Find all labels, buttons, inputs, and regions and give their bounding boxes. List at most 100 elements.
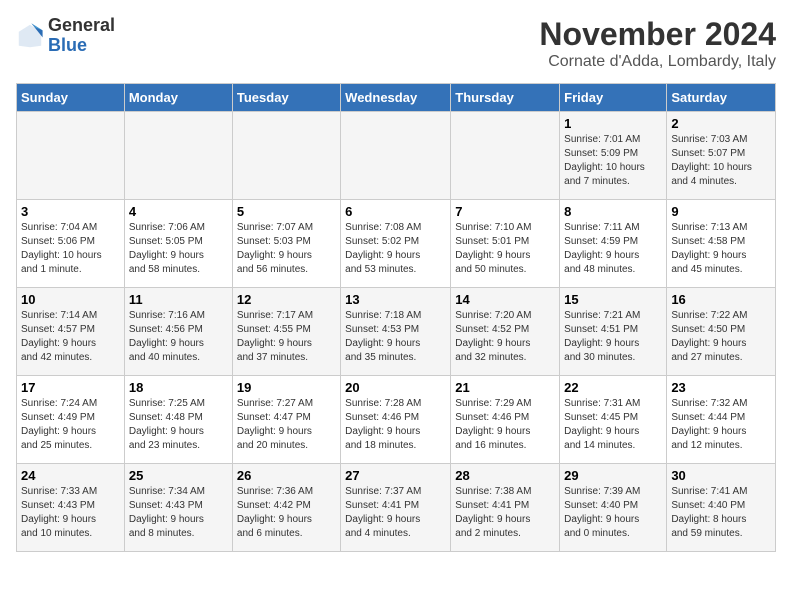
calendar-cell: 26 Sunrise: 7:36 AM Sunset: 4:42 PM Dayli… [232,464,340,552]
calendar-cell: 27 Sunrise: 7:37 AM Sunset: 4:41 PM Dayli… [341,464,451,552]
day-number: 23 [671,380,771,395]
day-number: 17 [21,380,120,395]
header: General Blue November 2024 Cornate d'Add… [16,16,776,71]
day-number: 21 [455,380,555,395]
day-info: Sunrise: 7:29 AM Sunset: 4:46 PM Dayligh… [455,397,555,453]
day-info: Sunrise: 7:37 AM Sunset: 4:41 PM Dayligh… [345,485,446,541]
calendar-cell: 19 Sunrise: 7:27 AM Sunset: 4:47 PM Dayli… [232,376,340,464]
day-info: Sunrise: 7:14 AM Sunset: 4:57 PM Dayligh… [21,309,120,365]
day-number: 11 [129,292,228,307]
day-info: Sunrise: 7:20 AM Sunset: 4:52 PM Dayligh… [455,309,555,365]
calendar-week-5: 24 Sunrise: 7:33 AM Sunset: 4:43 PM Dayli… [17,464,776,552]
calendar-header-wednesday: Wednesday [341,84,451,112]
day-info: Sunrise: 7:22 AM Sunset: 4:50 PM Dayligh… [671,309,771,365]
day-info: Sunrise: 7:08 AM Sunset: 5:02 PM Dayligh… [345,221,446,277]
calendar-week-2: 3 Sunrise: 7:04 AM Sunset: 5:06 PM Daylig… [17,200,776,288]
day-info: Sunrise: 7:17 AM Sunset: 4:55 PM Dayligh… [237,309,336,365]
calendar-cell: 2 Sunrise: 7:03 AM Sunset: 5:07 PM Daylig… [667,112,776,200]
calendar-cell [17,112,125,200]
calendar-cell: 29 Sunrise: 7:39 AM Sunset: 4:40 PM Dayli… [560,464,667,552]
day-info: Sunrise: 7:11 AM Sunset: 4:59 PM Dayligh… [564,221,662,277]
calendar-week-1: 1Sunrise: 7:01 AM Sunset: 5:09 PM Daylig… [17,112,776,200]
calendar-header-saturday: Saturday [667,84,776,112]
day-number: 9 [671,204,771,219]
day-info: Sunrise: 7:21 AM Sunset: 4:51 PM Dayligh… [564,309,662,365]
calendar-cell: 12 Sunrise: 7:17 AM Sunset: 4:55 PM Dayli… [232,288,340,376]
day-number: 3 [21,204,120,219]
day-number: 2 [671,116,771,131]
day-info: Sunrise: 7:32 AM Sunset: 4:44 PM Dayligh… [671,397,771,453]
calendar-cell [124,112,232,200]
day-number: 19 [237,380,336,395]
day-info: Sunrise: 7:27 AM Sunset: 4:47 PM Dayligh… [237,397,336,453]
day-number: 20 [345,380,446,395]
day-info: Sunrise: 7:04 AM Sunset: 5:06 PM Dayligh… [21,221,120,277]
day-info: Sunrise: 7:39 AM Sunset: 4:40 PM Dayligh… [564,485,662,541]
day-number: 1 [564,116,662,131]
calendar-cell: 30Sunrise: 7:41 AM Sunset: 4:40 PM Dayli… [667,464,776,552]
day-number: 13 [345,292,446,307]
day-number: 14 [455,292,555,307]
calendar-cell: 20 Sunrise: 7:28 AM Sunset: 4:46 PM Dayli… [341,376,451,464]
day-info: Sunrise: 7:03 AM Sunset: 5:07 PM Dayligh… [671,133,771,189]
day-number: 5 [237,204,336,219]
day-number: 27 [345,468,446,483]
day-info: Sunrise: 7:28 AM Sunset: 4:46 PM Dayligh… [345,397,446,453]
logo: General Blue [16,16,115,56]
month-title: November 2024 [539,16,776,53]
day-info: Sunrise: 7:16 AM Sunset: 4:56 PM Dayligh… [129,309,228,365]
calendar-cell [232,112,340,200]
calendar-header-sunday: Sunday [17,84,125,112]
calendar-cell: 18Sunrise: 7:25 AM Sunset: 4:48 PM Dayli… [124,376,232,464]
calendar-cell: 25Sunrise: 7:34 AM Sunset: 4:43 PM Dayli… [124,464,232,552]
day-info: Sunrise: 7:06 AM Sunset: 5:05 PM Dayligh… [129,221,228,277]
calendar-cell: 7 Sunrise: 7:10 AM Sunset: 5:01 PM Daylig… [451,200,560,288]
day-info: Sunrise: 7:18 AM Sunset: 4:53 PM Dayligh… [345,309,446,365]
day-number: 6 [345,204,446,219]
logo-icon [16,22,44,50]
calendar-header-monday: Monday [124,84,232,112]
day-number: 4 [129,204,228,219]
logo-general: General [48,16,115,36]
calendar-cell: 15 Sunrise: 7:21 AM Sunset: 4:51 PM Dayli… [560,288,667,376]
calendar-cell: 17Sunrise: 7:24 AM Sunset: 4:49 PM Dayli… [17,376,125,464]
calendar-cell: 10 Sunrise: 7:14 AM Sunset: 4:57 PM Dayli… [17,288,125,376]
day-number: 26 [237,468,336,483]
day-number: 10 [21,292,120,307]
calendar-cell [451,112,560,200]
day-number: 15 [564,292,662,307]
calendar-cell: 11 Sunrise: 7:16 AM Sunset: 4:56 PM Dayli… [124,288,232,376]
day-info: Sunrise: 7:36 AM Sunset: 4:42 PM Dayligh… [237,485,336,541]
calendar-body: 1Sunrise: 7:01 AM Sunset: 5:09 PM Daylig… [17,112,776,552]
calendar-cell: 22Sunrise: 7:31 AM Sunset: 4:45 PM Dayli… [560,376,667,464]
location-title: Cornate d'Adda, Lombardy, Italy [539,53,776,71]
logo-blue: Blue [48,36,115,56]
day-number: 28 [455,468,555,483]
day-number: 29 [564,468,662,483]
day-info: Sunrise: 7:10 AM Sunset: 5:01 PM Dayligh… [455,221,555,277]
calendar-cell: 1Sunrise: 7:01 AM Sunset: 5:09 PM Daylig… [560,112,667,200]
calendar-cell: 13 Sunrise: 7:18 AM Sunset: 4:53 PM Dayli… [341,288,451,376]
day-number: 16 [671,292,771,307]
calendar-cell: 14 Sunrise: 7:20 AM Sunset: 4:52 PM Dayli… [451,288,560,376]
calendar-cell: 16 Sunrise: 7:22 AM Sunset: 4:50 PM Dayli… [667,288,776,376]
day-number: 8 [564,204,662,219]
day-number: 24 [21,468,120,483]
day-info: Sunrise: 7:31 AM Sunset: 4:45 PM Dayligh… [564,397,662,453]
calendar-header-thursday: Thursday [451,84,560,112]
calendar-cell: 23 Sunrise: 7:32 AM Sunset: 4:44 PM Dayli… [667,376,776,464]
calendar-header-friday: Friday [560,84,667,112]
calendar-header-row: SundayMondayTuesdayWednesdayThursdayFrid… [17,84,776,112]
calendar-table: SundayMondayTuesdayWednesdayThursdayFrid… [16,83,776,552]
calendar-header-tuesday: Tuesday [232,84,340,112]
calendar-cell: 6 Sunrise: 7:08 AM Sunset: 5:02 PM Daylig… [341,200,451,288]
day-info: Sunrise: 7:13 AM Sunset: 4:58 PM Dayligh… [671,221,771,277]
calendar-cell [341,112,451,200]
day-info: Sunrise: 7:33 AM Sunset: 4:43 PM Dayligh… [21,485,120,541]
day-number: 18 [129,380,228,395]
calendar-cell: 3 Sunrise: 7:04 AM Sunset: 5:06 PM Daylig… [17,200,125,288]
day-number: 7 [455,204,555,219]
day-number: 12 [237,292,336,307]
calendar-cell: 24 Sunrise: 7:33 AM Sunset: 4:43 PM Dayli… [17,464,125,552]
logo-text: General Blue [48,16,115,56]
